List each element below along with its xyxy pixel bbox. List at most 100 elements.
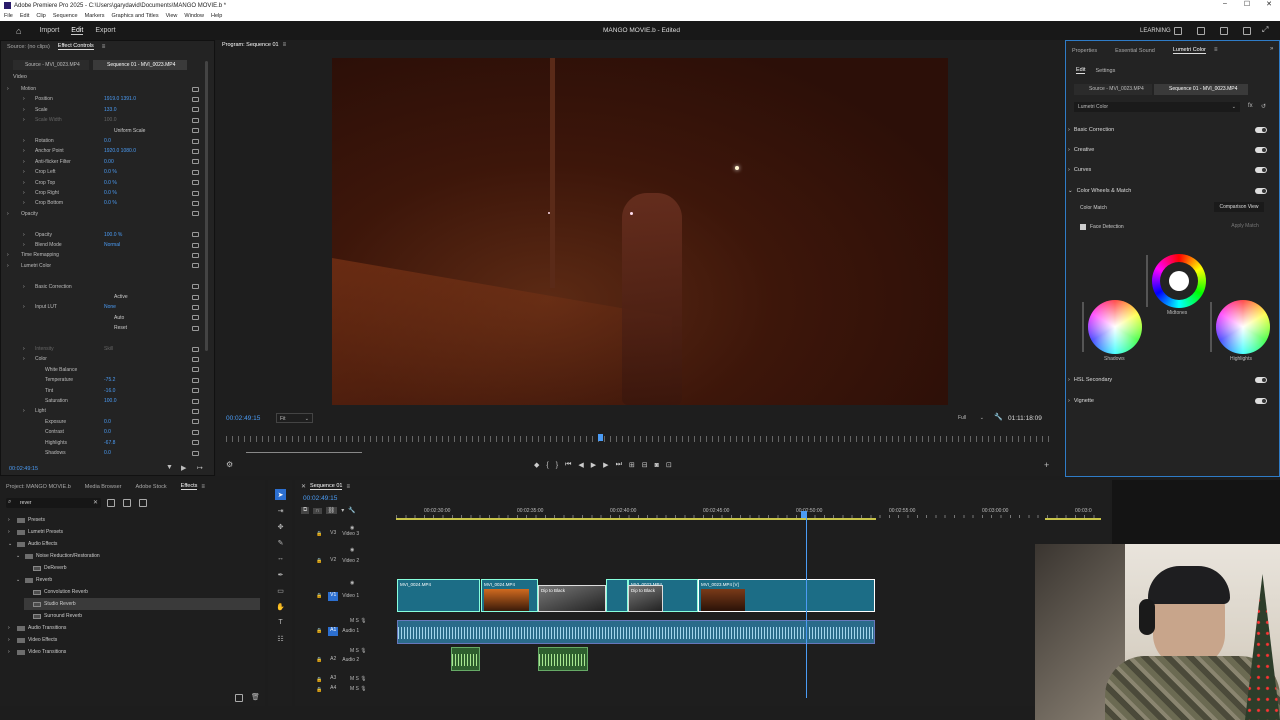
toggle-visibility-icon[interactable]: ◉: [350, 525, 354, 531]
reset-parameter-icon[interactable]: [192, 440, 199, 446]
shadows-slider[interactable]: [1082, 302, 1084, 352]
reset-parameter-icon[interactable]: [192, 408, 199, 414]
add-button-icon[interactable]: +: [1044, 460, 1049, 470]
ec-property-row[interactable]: › Crop Top 0.0 %: [1, 178, 206, 188]
property-value[interactable]: 100.0: [104, 117, 117, 123]
section-color-wheels[interactable]: ⌄ Color Wheels & Match: [1068, 182, 1273, 200]
ec-property-row[interactable]: Contrast 0.0: [1, 427, 206, 437]
disclosure-triangle-icon[interactable]: ⌄: [16, 577, 22, 583]
ec-property-row[interactable]: › Blend Mode Normal: [1, 240, 206, 250]
close-icon[interactable]: ✕: [1258, 0, 1280, 8]
pen-tool-icon[interactable]: ✒: [275, 569, 286, 580]
section-hsl-secondary[interactable]: › HSL Secondary: [1068, 371, 1273, 389]
effects-folder[interactable]: › Video Effects: [8, 634, 57, 646]
ec-property-row[interactable]: [1, 271, 206, 281]
tab-media-browser[interactable]: Media Browser: [85, 484, 122, 490]
fit-dropdown[interactable]: Fit ⌄: [276, 413, 313, 423]
property-value[interactable]: None: [104, 304, 116, 310]
ec-property-row[interactable]: Active: [1, 292, 206, 302]
transition-dip-to-black[interactable]: Dip to Black: [628, 585, 663, 612]
ec-property-row[interactable]: › Time Remapping: [1, 250, 206, 260]
track-header[interactable]: 🔒 V1 Video 1 ◉: [298, 579, 396, 613]
menu-sequence[interactable]: Sequence: [53, 13, 78, 19]
ripple-edit-icon[interactable]: ✥: [275, 521, 286, 532]
section-basic-correction[interactable]: › Basic Correction: [1068, 121, 1273, 139]
reset-parameter-icon[interactable]: [192, 377, 199, 383]
disclosure-triangle-icon[interactable]: ›: [23, 356, 25, 362]
track-target[interactable]: A3: [328, 675, 338, 684]
tab-effect-controls[interactable]: Effect Controls: [57, 43, 94, 50]
timeline-playhead-line[interactable]: [806, 515, 807, 698]
panel-overflow-icon[interactable]: »: [1270, 46, 1273, 52]
tab-program[interactable]: Program: Sequence 01: [222, 42, 279, 48]
property-value[interactable]: 100.0: [104, 398, 117, 404]
effect-item[interactable]: DeReverb: [24, 562, 67, 574]
mute-solo-icon[interactable]: M S 🎙: [350, 686, 367, 692]
track-target[interactable]: V2: [328, 557, 338, 566]
reset-parameter-icon[interactable]: [192, 96, 199, 102]
comparison-icon[interactable]: ⊡: [666, 461, 672, 469]
track-target[interactable]: V3: [328, 530, 338, 539]
menu-window[interactable]: Window: [184, 13, 204, 19]
track-header[interactable]: 🔒 A4 M S 🎙: [298, 685, 396, 694]
program-ruler[interactable]: [226, 436, 1054, 442]
type-tool-icon[interactable]: T: [275, 617, 286, 628]
ec-property-row[interactable]: Exposure 0.0: [1, 417, 206, 427]
ec-property-row[interactable]: [1, 219, 206, 229]
reset-parameter-icon[interactable]: [192, 148, 199, 154]
play-icon[interactable]: ▶: [591, 461, 596, 469]
reset-parameter-icon[interactable]: [192, 117, 199, 123]
hand-tool-icon[interactable]: ✋: [275, 601, 286, 612]
lumetri-panel-menu-icon[interactable]: ≡: [1214, 47, 1218, 53]
ec-property-row[interactable]: White Balance: [1, 365, 206, 375]
property-value[interactable]: 0.00: [104, 159, 114, 165]
property-value[interactable]: 0.0: [104, 138, 111, 144]
effects-menu-icon[interactable]: ≡: [201, 484, 205, 490]
disclosure-triangle-icon[interactable]: ›: [23, 107, 25, 113]
disclosure-triangle-icon[interactable]: ›: [23, 232, 25, 238]
disclosure-triangle-icon[interactable]: ›: [23, 148, 25, 154]
property-value[interactable]: 1919.0 1391.0: [104, 96, 136, 102]
ec-property-row[interactable]: › Rotation 0.0: [1, 136, 206, 146]
fullscreen-icon[interactable]: [1243, 27, 1251, 35]
tab-adobe-stock[interactable]: Adobe Stock: [135, 484, 166, 490]
highlights-wheel[interactable]: [1216, 300, 1270, 354]
property-value[interactable]: 0.0 %: [104, 180, 117, 186]
captions-tool-icon[interactable]: ☷: [275, 633, 286, 644]
ec-property-row[interactable]: › Intensity Skill: [1, 344, 206, 354]
toggle-switch[interactable]: [1255, 167, 1267, 173]
ec-property-row[interactable]: › Crop Left 0.0 %: [1, 167, 206, 177]
new-bin-icon[interactable]: [235, 694, 243, 702]
delete-icon[interactable]: 🗑: [251, 693, 260, 701]
yuv-effects-icon[interactable]: [139, 499, 147, 507]
menu-file[interactable]: File: [4, 13, 13, 19]
ec-property-row[interactable]: › Crop Right 0.0 %: [1, 188, 206, 198]
property-value[interactable]: 0.0 %: [104, 200, 117, 206]
menu-graphics[interactable]: Graphics and Titles: [112, 13, 159, 19]
property-value[interactable]: 0.0 %: [104, 190, 117, 196]
ec-property-row[interactable]: › Opacity 100.0 %: [1, 230, 206, 240]
ec-property-row[interactable]: › Scale Width 100.0: [1, 115, 206, 125]
ec-property-row[interactable]: Shadows 0.0: [1, 448, 206, 458]
add-marker-icon[interactable]: ◆: [534, 461, 539, 469]
disclosure-triangle-icon[interactable]: ›: [23, 408, 25, 414]
selection-tool-icon[interactable]: ➤: [275, 489, 286, 500]
track-target[interactable]: A2: [328, 656, 338, 665]
property-value[interactable]: 0.0: [104, 450, 111, 456]
lock-track-icon[interactable]: 🔒: [316, 531, 322, 537]
tab-source[interactable]: Source: (no clips): [7, 44, 50, 50]
disclosure-triangle-icon[interactable]: ›: [8, 529, 14, 535]
reset-parameter-icon[interactable]: [192, 388, 199, 394]
ec-property-row[interactable]: › Anti-flicker Filter 0.00: [1, 157, 206, 167]
slip-tool-icon[interactable]: ↔: [275, 553, 286, 564]
workspace-export[interactable]: Export: [95, 27, 115, 34]
32bit-effects-icon[interactable]: [123, 499, 131, 507]
ec-source-tab[interactable]: Source - MVI_0023.MP4: [13, 60, 89, 70]
property-value[interactable]: -16.0: [104, 388, 115, 394]
reset-parameter-icon[interactable]: [192, 211, 199, 217]
ec-timecode[interactable]: 00:02:49:15: [9, 466, 38, 472]
export-icon[interactable]: ↦: [197, 464, 203, 472]
disclosure-triangle-icon[interactable]: ›: [23, 190, 25, 196]
ec-property-row[interactable]: › Position 1919.0 1391.0: [1, 94, 206, 104]
maximize-icon[interactable]: ☐: [1236, 0, 1258, 8]
